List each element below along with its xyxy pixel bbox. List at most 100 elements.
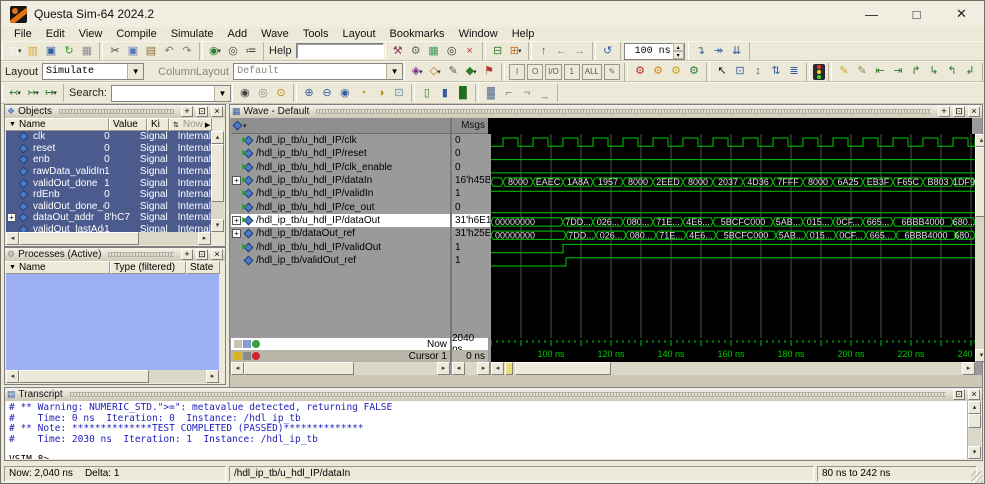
transcript-undock-button[interactable]: ⊡	[953, 389, 965, 400]
wave-signal-clk[interactable]: /hdl_ip_tb/u_hdl_IP/clk	[231, 134, 450, 147]
search-files-button[interactable]: ◎	[224, 43, 242, 60]
help-input[interactable]	[296, 43, 384, 59]
transcript-close-button[interactable]: ×	[968, 389, 980, 400]
msgs-column[interactable]: Msgs	[450, 118, 488, 134]
add-to-wave-button[interactable]: ◈▾	[408, 63, 426, 80]
objects-value-column[interactable]: Value	[109, 118, 147, 131]
options-runtime-button[interactable]: ⚙	[667, 63, 685, 80]
wave-signal-dataOut_ref[interactable]: +/hdl_ip_tb/dataOut_ref	[231, 227, 450, 240]
wave-signal-validOut[interactable]: /hdl_ip_tb/u_hdl_IP/validOut	[231, 240, 450, 253]
wave-signal-dataIn[interactable]: +/hdl_ip_tb/u_hdl_IP/dataIn	[231, 174, 450, 187]
objects-list[interactable]: clk0SignalInternalreset0SignalInternalen…	[6, 131, 211, 232]
insert-group-button[interactable]: ◆▾	[462, 63, 480, 80]
copy-button[interactable]: ▣	[124, 43, 142, 60]
traffic-light-button[interactable]	[813, 64, 825, 80]
objects-close-button[interactable]: ×	[211, 106, 223, 117]
object-row-validOut_done[interactable]: validOut_done1SignalInternal	[6, 177, 211, 189]
prev-rising-edge-button[interactable]: ↰	[943, 63, 961, 80]
objects-drag-grip[interactable]	[59, 109, 174, 114]
processes-drag-grip[interactable]	[108, 252, 174, 257]
menu-layout[interactable]: Layout	[336, 28, 383, 40]
run-length-up-icon[interactable]: ▴	[673, 43, 684, 51]
restart-button[interactable]: ↺	[599, 43, 617, 60]
zoom-range-button[interactable]: ◔	[354, 85, 372, 102]
wave-signal-ce_out[interactable]: /hdl_ip_tb/u_hdl_IP/ce_out	[231, 200, 450, 213]
env-up-button[interactable]: ↑	[535, 43, 553, 60]
new-file-button[interactable]: ▤▾	[6, 43, 24, 60]
cursor-delete-icon[interactable]	[252, 352, 260, 360]
open-file-button[interactable]: ▥	[24, 43, 42, 60]
cursor-row[interactable]: Cursor 1 0 ns	[231, 350, 488, 362]
menu-wave[interactable]: Wave	[254, 28, 296, 40]
menu-add[interactable]: Add	[221, 28, 255, 40]
print-button[interactable]: ▦	[78, 43, 96, 60]
menu-bookmarks[interactable]: Bookmarks	[383, 28, 452, 40]
processes-add-button[interactable]: +	[181, 249, 193, 260]
zoom-others-button[interactable]: ⊡	[390, 85, 408, 102]
object-row-rawData_validIn[interactable]: rawData_validIn1SignalInternal	[6, 166, 211, 178]
next-falling-edge-button[interactable]: ↳	[925, 63, 943, 80]
paste-button[interactable]: ▤	[142, 43, 160, 60]
columnlayout-combobox[interactable]: Default ▼	[233, 63, 403, 80]
menu-tools[interactable]: Tools	[296, 28, 336, 40]
zoom-in-button[interactable]: ⊕	[300, 85, 318, 102]
port-filter-io-button[interactable]: I/O	[545, 64, 562, 80]
wave-signal-validIn[interactable]: /hdl_ip_tb/u_hdl_IP/validIn	[231, 187, 450, 200]
search-prev-button[interactable]: ◎	[254, 85, 272, 102]
objects-hscrollbar[interactable]: ◂ ▸	[6, 232, 211, 245]
objects-name-column[interactable]: ▼Name	[5, 118, 109, 131]
menu-compile[interactable]: Compile	[109, 28, 163, 40]
close-button[interactable]: ✕	[939, 1, 984, 27]
edge-down-toggle-button[interactable]: ¬	[518, 85, 536, 102]
object-row-clk[interactable]: clk0SignalInternal	[6, 131, 211, 143]
menu-view[interactable]: View	[72, 28, 110, 40]
add-to-list-button[interactable]: ◇▾	[426, 63, 444, 80]
search-options-button[interactable]: ⊙	[272, 85, 290, 102]
compile-button[interactable]: ⚒	[389, 43, 407, 60]
show-markers-button[interactable]: ≣	[785, 63, 803, 80]
wave-signal-values[interactable]: 00016'h45B61031'h6E1A800031'h25EA400011	[450, 134, 490, 338]
menu-edit[interactable]: Edit	[39, 28, 72, 40]
processes-close-button[interactable]: ×	[211, 249, 223, 260]
select-mode-button[interactable]: ↖	[713, 63, 731, 80]
reload-source-button[interactable]: ↻	[60, 43, 78, 60]
processes-hscrollbar[interactable]: ◂ ▸	[6, 370, 219, 383]
env-forward-button[interactable]: →	[571, 43, 589, 60]
objects-kind-column[interactable]: Ki	[147, 118, 169, 131]
objects-vscrollbar[interactable]: ▴ ▾	[211, 131, 224, 232]
history-back-button[interactable]: ↢▾	[6, 85, 24, 102]
wave-add-button[interactable]: +	[938, 106, 950, 117]
delete-cursor-button[interactable]: ✎	[853, 63, 871, 80]
zoom-out-button[interactable]: ⊖	[318, 85, 336, 102]
canvas-hscrollbar[interactable]: ◂ ▸	[491, 362, 975, 375]
transcript-log[interactable]: # ** Warning: NUMERIC_STD.">=": metavalu…	[6, 401, 968, 459]
run-all-button[interactable]: ⇊	[728, 43, 746, 60]
prev-falling-edge-button[interactable]: ↲	[961, 63, 979, 80]
transcript-prompt[interactable]: VSIM 8>	[9, 455, 967, 459]
show-drivers-button[interactable]: ⊟	[489, 43, 507, 60]
find-in-files-button[interactable]: ◎	[443, 43, 461, 60]
memory-view-button[interactable]: █	[454, 85, 472, 102]
objects-undock-button[interactable]: ⊡	[196, 106, 208, 117]
insert-cursor-button[interactable]: ✎	[835, 63, 853, 80]
layout-dropdown-icon[interactable]: ▼	[127, 64, 143, 79]
layout-combobox[interactable]: Simulate ▼	[42, 63, 144, 80]
search-combobox[interactable]: ▼	[111, 85, 231, 102]
history-goto-button[interactable]: ↦▾	[42, 85, 60, 102]
run-button[interactable]: ↴	[692, 43, 710, 60]
object-row-dataOut_addr[interactable]: +dataOut_addr8'hC7SignalInternal	[6, 212, 211, 224]
prev-transition-button[interactable]: ⇤	[871, 63, 889, 80]
port-filter-i-button[interactable]: I	[509, 64, 525, 80]
wave-vscrollbar[interactable]: ▴ ▾	[975, 134, 985, 362]
compile-all-button[interactable]: ⚙	[407, 43, 425, 60]
options-compile-button[interactable]: ⚙	[631, 63, 649, 80]
port-filter-1-button[interactable]: 1	[564, 64, 580, 80]
filter-icon[interactable]: ▼	[9, 121, 16, 128]
wave-value-validIn[interactable]: 1	[452, 187, 490, 200]
object-row-validOut_done_en[interactable]: validOut_done_en...0SignalInternal	[6, 201, 211, 213]
object-row-enb[interactable]: enb0SignalInternal	[6, 154, 211, 166]
wave-value-clk_enable[interactable]: 0	[452, 161, 490, 174]
list-view-button[interactable]: ▮	[436, 85, 454, 102]
next-rising-edge-button[interactable]: ↱	[907, 63, 925, 80]
options-simulate-button[interactable]: ⚙	[649, 63, 667, 80]
